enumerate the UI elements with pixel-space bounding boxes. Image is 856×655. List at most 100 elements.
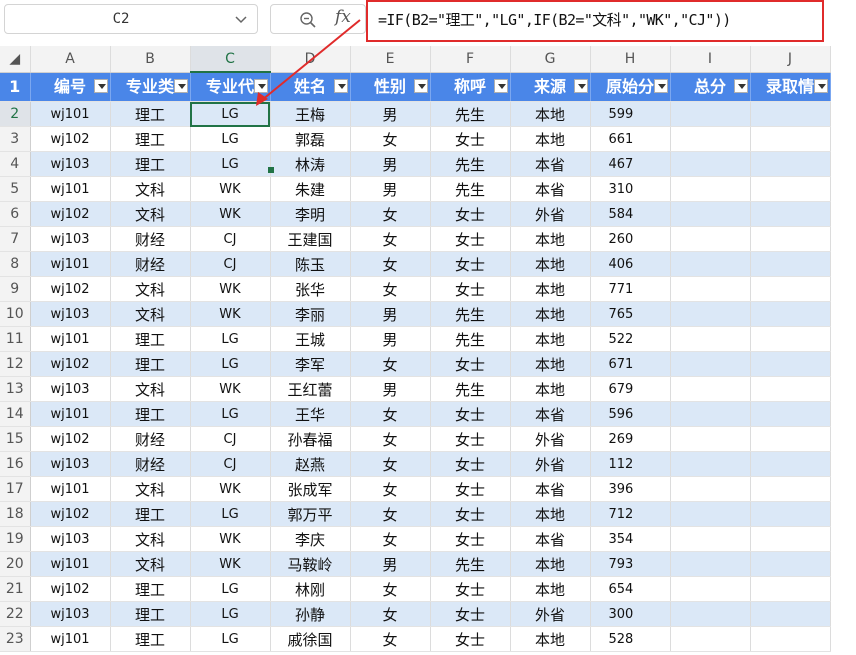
cell-score[interactable]: 661	[590, 126, 671, 152]
cell-code[interactable]: WK	[190, 526, 271, 552]
cell-name[interactable]: 李丽	[270, 301, 351, 327]
cell-name[interactable]: 张成军	[270, 476, 351, 502]
cell-empty[interactable]	[670, 201, 751, 227]
cell-name[interactable]: 陈玉	[270, 251, 351, 277]
cell-empty[interactable]	[670, 451, 751, 477]
cell-sex[interactable]: 女	[350, 476, 431, 502]
cell-title[interactable]: 女士	[430, 251, 511, 277]
cell-code[interactable]: LG	[190, 401, 271, 427]
cell-title[interactable]: 先生	[430, 551, 511, 577]
cell-major[interactable]: 文科	[110, 301, 191, 327]
cell-empty[interactable]	[670, 526, 751, 552]
cell-score[interactable]: 269	[590, 426, 671, 452]
cell-id[interactable]: wj101	[30, 101, 111, 127]
cell-score[interactable]: 771	[590, 276, 671, 302]
cell-empty[interactable]	[670, 251, 751, 277]
cell-sex[interactable]: 男	[350, 551, 431, 577]
cell-code[interactable]: WK	[190, 551, 271, 577]
cell-id[interactable]: wj102	[30, 576, 111, 602]
cell-sex[interactable]: 女	[350, 276, 431, 302]
fx-icon[interactable]: fx	[335, 7, 351, 27]
zoom-icon[interactable]	[299, 11, 317, 29]
cell-src[interactable]: 本地	[510, 351, 591, 377]
cell-title[interactable]: 女士	[430, 626, 511, 652]
filter-dropdown-icon[interactable]	[573, 78, 588, 93]
cell-name[interactable]: 朱建	[270, 176, 351, 202]
cell-code[interactable]: WK	[190, 476, 271, 502]
column-header-b[interactable]: B	[110, 46, 191, 73]
cell-title[interactable]: 女士	[430, 451, 511, 477]
row-header[interactable]: 6	[0, 201, 31, 227]
cell-id[interactable]: wj101	[30, 326, 111, 352]
cell-sex[interactable]: 女	[350, 601, 431, 627]
cell-empty[interactable]	[750, 451, 831, 477]
row-header[interactable]: 23	[0, 626, 31, 652]
cell-name[interactable]: 张华	[270, 276, 351, 302]
filter-dropdown-icon[interactable]	[413, 78, 428, 93]
cell-empty[interactable]	[670, 501, 751, 527]
cell-id[interactable]: wj101	[30, 176, 111, 202]
cell-major[interactable]: 理工	[110, 126, 191, 152]
cell-code[interactable]: WK	[190, 376, 271, 402]
cell-major[interactable]: 财经	[110, 226, 191, 252]
cell-score[interactable]: 260	[590, 226, 671, 252]
cell-title[interactable]: 先生	[430, 151, 511, 177]
cell-score[interactable]: 765	[590, 301, 671, 327]
cell-id[interactable]: wj103	[30, 451, 111, 477]
cell-src[interactable]: 本省	[510, 476, 591, 502]
cell-title[interactable]: 先生	[430, 376, 511, 402]
cell-src[interactable]: 外省	[510, 201, 591, 227]
table-header-cell[interactable]: 姓名	[270, 72, 351, 102]
cell-empty[interactable]	[670, 551, 751, 577]
row-header[interactable]: 9	[0, 276, 31, 302]
cell-code[interactable]: LG	[190, 351, 271, 377]
cell-empty[interactable]	[670, 326, 751, 352]
table-header-cell[interactable]: 专业代	[190, 72, 271, 102]
cell-major[interactable]: 文科	[110, 376, 191, 402]
cell-id[interactable]: wj102	[30, 201, 111, 227]
cell-major[interactable]: 理工	[110, 351, 191, 377]
row-header[interactable]: 4	[0, 151, 31, 177]
cell-empty[interactable]	[670, 176, 751, 202]
cell-score[interactable]: 310	[590, 176, 671, 202]
filter-dropdown-icon[interactable]	[93, 78, 108, 93]
cell-id[interactable]: wj101	[30, 251, 111, 277]
table-header-cell[interactable]: 称呼	[430, 72, 511, 102]
cell-id[interactable]: wj102	[30, 501, 111, 527]
cell-major[interactable]: 理工	[110, 326, 191, 352]
cell-title[interactable]: 先生	[430, 326, 511, 352]
cell-score[interactable]: 406	[590, 251, 671, 277]
cell-empty[interactable]	[750, 201, 831, 227]
column-header-c[interactable]: C	[190, 46, 271, 73]
cell-id[interactable]: wj102	[30, 426, 111, 452]
row-header[interactable]: 10	[0, 301, 31, 327]
cell-title[interactable]: 先生	[430, 176, 511, 202]
column-header-e[interactable]: E	[350, 46, 431, 73]
table-header-cell[interactable]: 专业类	[110, 72, 191, 102]
cell-major[interactable]: 文科	[110, 476, 191, 502]
cell-code[interactable]: CJ	[190, 251, 271, 277]
cell-empty[interactable]	[750, 351, 831, 377]
cell-major[interactable]: 财经	[110, 451, 191, 477]
cell-major[interactable]: 文科	[110, 201, 191, 227]
cell-code[interactable]: WK	[190, 276, 271, 302]
cell-name[interactable]: 郭万平	[270, 501, 351, 527]
cell-empty[interactable]	[750, 276, 831, 302]
cell-code[interactable]: WK	[190, 201, 271, 227]
row-header[interactable]: 16	[0, 451, 31, 477]
cell-name[interactable]: 郭磊	[270, 126, 351, 152]
cell-score[interactable]: 522	[590, 326, 671, 352]
cell-major[interactable]: 理工	[110, 401, 191, 427]
cell-score[interactable]: 396	[590, 476, 671, 502]
column-header-j[interactable]: J	[750, 46, 831, 73]
column-header-d[interactable]: D	[270, 46, 351, 73]
cell-empty[interactable]	[750, 176, 831, 202]
cell-id[interactable]: wj103	[30, 151, 111, 177]
cell-major[interactable]: 文科	[110, 551, 191, 577]
cell-code[interactable]: LG	[190, 151, 271, 177]
cell-score[interactable]: 599	[590, 101, 671, 127]
cell-empty[interactable]	[670, 426, 751, 452]
cell-title[interactable]: 女士	[430, 501, 511, 527]
select-all-corner[interactable]: ◢	[0, 46, 31, 73]
cell-empty[interactable]	[750, 626, 831, 652]
